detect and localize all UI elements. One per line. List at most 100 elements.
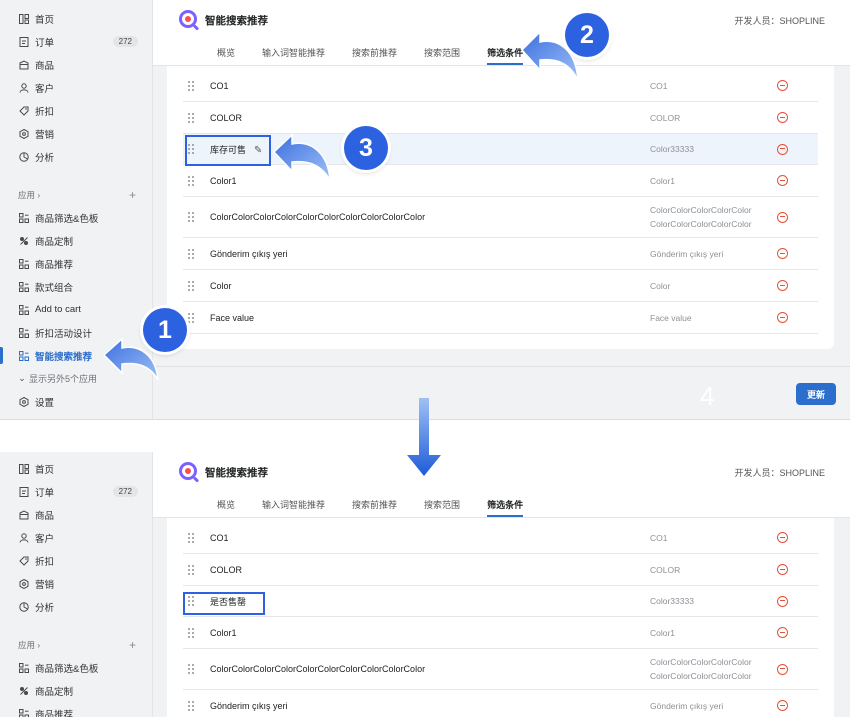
filter-name: Color1 [210,175,237,186]
add-app-icon[interactable]: + [129,188,136,202]
apps-section-label[interactable]: 应用 › + [0,634,152,656]
sidebar-item-discounts[interactable]: 折扣 [0,99,152,122]
tab-search-scope[interactable]: 搜索范围 [424,498,460,517]
tab-search-scope[interactable]: 搜索范围 [424,46,460,65]
remove-icon[interactable] [777,143,788,155]
filter-list-card: CO1 CO1 COLOR COLOR 库存可售 ✎ Color33333 Co… [167,66,834,349]
sidebar-item-label: 折扣活动设计 [35,328,93,340]
sidebar-item-marketing[interactable]: 营销 [0,122,152,145]
sidebar-item-home[interactable]: 首页 [0,7,152,30]
tab-pre-search[interactable]: 搜索前推荐 [352,498,397,517]
table-row: Gönderim çıkış yeri Gönderim çıkış yeri [183,238,818,270]
sidebar-item-label: 商品 [35,60,55,72]
remove-icon[interactable] [777,248,788,259]
drag-handle-icon[interactable] [188,80,194,91]
tab-filter-conditions[interactable]: 筛选条件 [487,46,524,65]
sidebar-item-analytics[interactable]: 分析 [0,145,152,168]
filter-name: ColorColorColorColorColorColorColorColor… [210,664,426,674]
drag-handle-icon[interactable] [188,564,194,575]
marketing-icon [18,128,29,139]
add-app-icon[interactable]: + [129,638,136,652]
table-row: CO1 CO1 [183,522,818,554]
tab-filter-conditions[interactable]: 筛选条件 [487,498,524,517]
highlight-field-before [185,135,271,166]
apps-section-label[interactable]: 应用 › + [0,184,152,206]
filter-value: Color [650,280,671,291]
sidebar-item-label: 商品定制 [35,236,74,248]
filter-value: CO1 [650,80,668,91]
drag-handle-icon[interactable] [188,627,194,638]
table-row: ColorColorColorColorColorColorColorColor… [183,197,818,238]
sidebar-app-bundle[interactable]: 款式组合 [0,275,152,298]
remove-icon[interactable] [777,112,788,123]
app-grid-icon [18,258,29,269]
sidebar-item-label: 首页 [35,14,55,26]
remove-icon[interactable] [777,80,788,91]
sidebar-app-filter-swatch[interactable]: 商品筛选&色板 [0,206,152,229]
show-more-label: 显示另外5个应用 [29,374,98,384]
product-icon [18,509,29,520]
tab-overview[interactable]: 概览 [217,498,235,517]
home-icon [18,13,29,24]
table-row: ColorColorColorColorColorColorColorColor… [183,649,818,690]
sidebar-item-products[interactable]: 商品 [0,503,152,526]
remove-icon[interactable] [777,595,788,607]
filter-name[interactable]: 是否售罄 [210,595,650,608]
app-grid-icon [18,281,29,292]
filter-value: ColorColorColorColorColor ColorColorColor… [650,205,752,229]
sidebar-app-recommendation[interactable]: 商品推荐 [0,702,152,717]
table-row: COLOR COLOR [183,102,818,134]
remove-icon[interactable] [777,532,788,543]
sidebar-item-products[interactable]: 商品 [0,53,152,76]
tab-overview[interactable]: 概览 [217,46,235,65]
save-bar: 更新 [153,366,850,419]
sidebar-app-filter-swatch[interactable]: 商品筛选&色板 [0,656,152,679]
filter-name: Color [210,280,232,291]
sidebar-item-label: 商品推荐 [35,259,74,271]
remove-icon[interactable] [777,211,788,223]
sidebar-app-customization[interactable]: 商品定制 [0,679,152,702]
drag-handle-icon[interactable] [188,312,194,323]
sidebar-item-settings[interactable]: 设置 [0,390,152,413]
drag-handle-icon[interactable] [188,175,194,186]
sidebar-app-recommendation[interactable]: 商品推荐 [0,252,152,275]
sidebar-item-customers[interactable]: 客户 [0,76,152,99]
filter-value: Gönderim çıkış yeri [650,248,724,259]
show-more-apps[interactable]: ⌄ 显示另外5个应用 [0,367,152,390]
remove-icon[interactable] [777,663,788,675]
drag-handle-icon[interactable] [188,700,194,711]
filter-name-editable[interactable]: 库存可售 ✎ [210,143,650,156]
sidebar-item-customers[interactable]: 客户 [0,526,152,549]
app-logo-icon [179,10,197,28]
remove-icon[interactable] [777,564,788,575]
tab-input-recommend[interactable]: 输入词智能推荐 [262,46,325,65]
sidebar-app-customization[interactable]: 商品定制 [0,229,152,252]
tab-input-recommend[interactable]: 输入词智能推荐 [262,498,325,517]
screenshot-after: 首页 订单 272 商品 客户 折扣 营销 分析 应用 › + 商品筛选&色板 … [0,452,850,717]
sidebar-item-label: 折扣 [35,106,55,118]
sidebar-item-orders[interactable]: 订单 272 [0,480,152,503]
sidebar-item-marketing[interactable]: 营销 [0,572,152,595]
drag-handle-icon[interactable] [188,248,194,259]
remove-icon[interactable] [777,175,788,186]
tab-pre-search[interactable]: 搜索前推荐 [352,46,397,65]
update-button[interactable]: 更新 [795,383,836,405]
sidebar-item-orders[interactable]: 订单 272 [0,30,152,53]
sidebar-app-add-to-cart[interactable]: Add to cart [0,298,152,321]
sidebar-item-discounts[interactable]: 折扣 [0,549,152,572]
filter-value: COLOR [650,564,681,575]
remove-icon[interactable] [777,700,788,711]
drag-handle-icon[interactable] [188,112,194,123]
drag-handle-icon[interactable] [188,664,194,674]
sidebar-app-discount-design[interactable]: 折扣活动设计 [0,321,152,344]
remove-icon[interactable] [777,280,788,291]
drag-handle-icon[interactable] [188,532,194,543]
drag-handle-icon[interactable] [188,280,194,291]
sidebar-item-analytics[interactable]: 分析 [0,595,152,618]
remove-icon[interactable] [777,312,788,323]
filter-name: CO1 [210,532,229,543]
sidebar-app-smart-search[interactable]: 智能搜索推荐 [0,344,152,367]
drag-handle-icon[interactable] [188,212,194,222]
sidebar-item-home[interactable]: 首页 [0,457,152,480]
remove-icon[interactable] [777,627,788,638]
